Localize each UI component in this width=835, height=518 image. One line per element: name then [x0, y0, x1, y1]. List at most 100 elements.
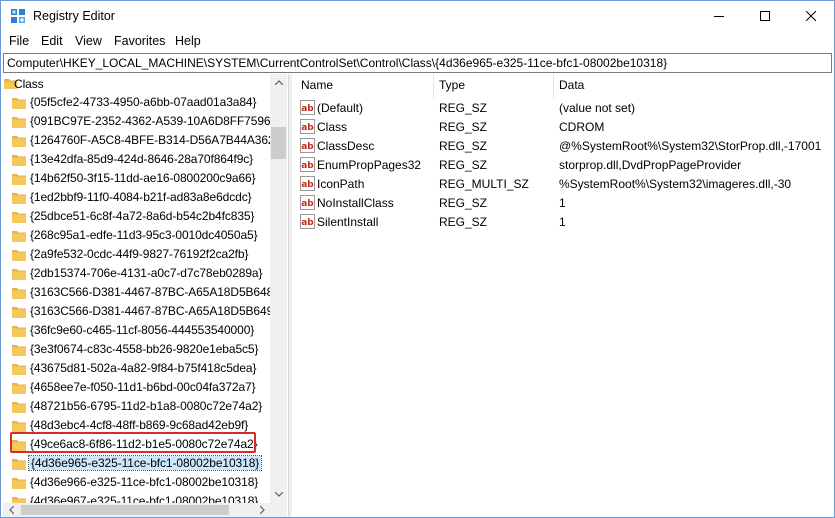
value-data: CDROM: [559, 120, 605, 134]
value-type: REG_SZ: [439, 139, 488, 153]
address-path: Computer\HKEY_LOCAL_MACHINE\SYSTEM\Curre…: [7, 56, 668, 70]
string-value-icon: ab: [300, 157, 315, 172]
folder-icon: [12, 288, 26, 299]
tree-item-label: {2db15374-706e-4131-a0c7-d7c78eb0289a}: [30, 266, 263, 280]
registry-editor-icon: [11, 9, 25, 23]
folder-icon: [12, 174, 26, 185]
tree-vertical-scrollbar[interactable]: [270, 74, 287, 503]
value-type: REG_SZ: [439, 101, 488, 115]
menu-help[interactable]: Help: [175, 34, 201, 48]
value-row[interactable]: ab EnumPropPages32 REG_SZ storprop.dll,DvdP…: [292, 155, 834, 174]
title-bar[interactable]: Registry Editor: [1, 1, 834, 31]
value-data: 1: [559, 196, 566, 210]
string-value-icon: ab: [300, 214, 315, 229]
value-name: SilentInstall: [317, 215, 379, 229]
string-value-icon: ab: [300, 138, 315, 153]
tree-item-label: {1264760F-A5C8-4BFE-B314-D56A7B44A362}: [30, 133, 279, 147]
value-type: REG_SZ: [439, 158, 488, 172]
value-row[interactable]: ab (Default) REG_SZ (value not set): [292, 98, 834, 117]
tree-item-label: {2a9fe532-0cdc-44f9-9827-76192f2ca2fb}: [30, 247, 249, 261]
scroll-left-button[interactable]: [3, 503, 20, 517]
svg-text:ab: ab: [301, 199, 314, 209]
folder-icon: [12, 307, 26, 318]
folder-icon: [12, 250, 26, 261]
value-name: IconPath: [317, 177, 365, 191]
tree-item-label: {43675d81-502a-4a82-9f84-b75f418c5dea}: [30, 361, 257, 375]
value-name: (Default): [317, 101, 364, 115]
value-name: NoInstallClass: [317, 196, 394, 210]
selected-key-highlight: [10, 432, 256, 453]
tree-item-label: {3163C566-D381-4467-87BC-A65A18D5B649}: [30, 304, 278, 318]
scroll-right-button[interactable]: [254, 503, 271, 517]
string-value-icon: ab: [300, 119, 315, 134]
tree-item-label: {4d36e966-e325-11ce-bfc1-08002be10318}: [30, 475, 259, 489]
tree-item-label: {48721b56-6795-11d2-b1a8-0080c72e74a2}: [30, 399, 263, 413]
value-row[interactable]: ab ClassDesc REG_SZ @%SystemRoot%\System32\…: [292, 136, 834, 155]
folder-icon: [12, 212, 26, 223]
menu-edit[interactable]: Edit: [41, 34, 63, 48]
tree-item-label: {4d36e967-e325-11ce-bfc1-08002be10318}: [30, 494, 259, 503]
value-row[interactable]: ab NoInstallClass REG_SZ 1: [292, 193, 834, 212]
menu-view[interactable]: View: [75, 34, 102, 48]
tree-item-label: {36fc9e60-c465-11cf-8056-444553540000}: [30, 323, 255, 337]
tree-item-label: {1ed2bbf9-11f0-4084-b21f-ad83a8e6dcdc}: [30, 190, 252, 204]
folder-icon: [12, 402, 26, 413]
string-value-icon: ab: [300, 100, 315, 115]
tree-scroll-thumb[interactable]: [271, 127, 286, 159]
folder-icon: [12, 269, 26, 280]
value-type: REG_SZ: [439, 120, 488, 134]
svg-text:ab: ab: [301, 180, 314, 190]
folder-icon: [12, 98, 26, 109]
value-data: @%SystemRoot%\System32\StorProp.dll,-170…: [559, 139, 822, 153]
tree-root-label: Class: [14, 77, 44, 91]
tree-item-label: {268c95a1-edfe-11d3-95c3-0010dc4050a5}: [30, 228, 258, 242]
svg-text:ab: ab: [301, 161, 314, 171]
scrollbar-corner: [271, 503, 287, 517]
folder-icon: [12, 383, 26, 394]
minimize-icon: [714, 16, 724, 17]
tree-item-label: {48d3ebc4-4cf8-48ff-b869-9c68ad42eb9f}: [30, 418, 249, 432]
column-separator[interactable]: [433, 74, 434, 98]
column-header-name[interactable]: Name: [301, 78, 333, 92]
chevron-down-icon: [274, 492, 283, 497]
close-button[interactable]: [788, 1, 834, 31]
tree-item-label: {4658ee7e-f050-11d1-b6bd-00c04fa372a7}: [30, 380, 256, 394]
svg-text:ab: ab: [301, 218, 314, 228]
values-list-pane[interactable]: Name Type Data ab (Default) REG_SZ (value n…: [292, 74, 834, 517]
tree-item-label: {091BC97E-2352-4362-A539-10A6D8FF7596}: [30, 114, 275, 128]
folder-icon: [12, 193, 26, 204]
tree-hscroll-thumb[interactable]: [21, 505, 229, 515]
string-value-icon: ab: [300, 195, 315, 210]
value-row[interactable]: ab IconPath REG_MULTI_SZ %SystemRoot%\Syste…: [292, 174, 834, 193]
maximize-button[interactable]: [742, 1, 788, 31]
folder-icon: [12, 117, 26, 128]
folder-icon: [12, 136, 26, 147]
tree-horizontal-scrollbar[interactable]: [3, 503, 271, 517]
folder-icon: [12, 497, 26, 503]
value-name: ClassDesc: [317, 139, 375, 153]
value-type: REG_MULTI_SZ: [439, 177, 529, 191]
value-name: Class: [317, 120, 348, 134]
menu-favorites[interactable]: Favorites: [114, 34, 165, 48]
value-row[interactable]: ab SilentInstall REG_SZ 1: [292, 212, 834, 231]
minimize-button[interactable]: [696, 1, 742, 31]
window-title: Registry Editor: [33, 9, 115, 23]
svg-text:ab: ab: [301, 104, 314, 114]
scroll-up-button[interactable]: [270, 74, 287, 91]
folder-icon: [12, 478, 26, 489]
column-header-type[interactable]: Type: [439, 78, 465, 92]
value-data: storprop.dll,DvdPropPageProvider: [559, 158, 742, 172]
tree-item-label: {05f5cfe2-4733-4950-a6bb-07aad01a3a84}: [30, 95, 257, 109]
value-data: %SystemRoot%\System32\imageres.dll,-30: [559, 177, 792, 191]
address-bar[interactable]: Computer\HKEY_LOCAL_MACHINE\SYSTEM\Curre…: [3, 53, 832, 73]
menu-bar: File Edit View Favorites Help: [1, 31, 834, 51]
value-type: REG_SZ: [439, 196, 488, 210]
folder-icon: [12, 364, 26, 375]
value-row[interactable]: ab Class REG_SZ CDROM: [292, 117, 834, 136]
tree-item-label: {4d36e965-e325-11ce-bfc1-08002be10318}: [27, 455, 263, 471]
tree-item-label: {3e3f0674-c83c-4558-bb26-9820e1eba5c5}: [30, 342, 259, 356]
column-separator[interactable]: [553, 74, 554, 98]
scroll-down-button[interactable]: [270, 486, 287, 503]
column-header-data[interactable]: Data: [559, 78, 584, 92]
menu-file[interactable]: File: [9, 34, 29, 48]
